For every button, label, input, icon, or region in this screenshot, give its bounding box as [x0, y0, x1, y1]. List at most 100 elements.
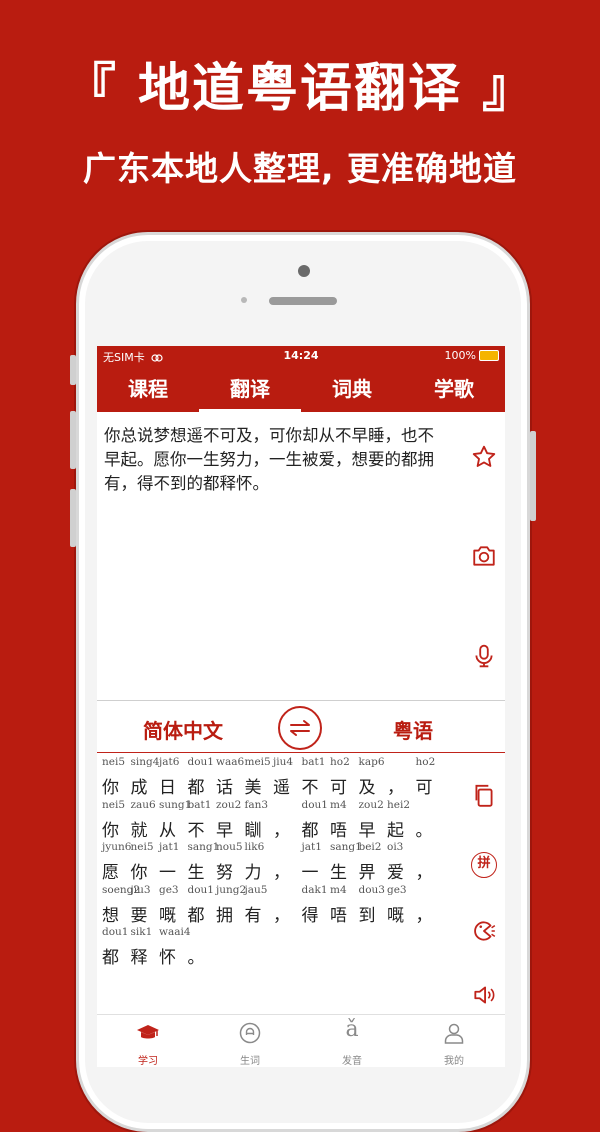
- cantonese-character: 生: [187, 863, 205, 883]
- nav-label-profile: 我的: [444, 1056, 464, 1067]
- jyutping-syllable: jung2: [216, 883, 247, 896]
- star-icon[interactable]: [471, 444, 497, 470]
- translation-result: nei5 你 sing4 成 jat6 日 dou1 都 waa6 话 mei5 美 jiu4 遥 bat1…: [97, 754, 505, 1014]
- jyutping-syllable: jat1: [159, 841, 180, 853]
- jyutping-syllable: jat1: [301, 841, 322, 853]
- cantonese-character: 。: [187, 948, 205, 968]
- bottom-nav: 学习 生词 ǎ 发音 我的: [97, 1014, 505, 1067]
- jyutping-syllable: sung1: [159, 798, 192, 811]
- cantonese-character: 瞓: [244, 820, 262, 841]
- jyutping-syllable: waa6: [216, 756, 245, 768]
- cantonese-character: 就: [130, 820, 148, 841]
- cantonese-character: 一: [159, 863, 176, 883]
- cantonese-character: ，: [273, 820, 290, 841]
- jyutping-syllable: ge3: [159, 883, 179, 896]
- nav-item-words[interactable]: 生词: [199, 1015, 301, 1067]
- jyutping-syllable: nei5: [130, 841, 154, 853]
- jyutping-syllable: jiu4: [273, 756, 294, 768]
- cantonese-character: 唔: [330, 905, 347, 926]
- jyutping-syllable: mei5: [244, 756, 271, 768]
- pinyin-icon[interactable]: 拼: [471, 852, 497, 878]
- cantonese-character: 有: [244, 905, 262, 926]
- tab-courses[interactable]: 课程: [97, 366, 199, 412]
- jyutping-syllable: sing4: [130, 756, 160, 768]
- swap-arrows-icon: [290, 720, 310, 736]
- tab-dictionary[interactable]: 词典: [301, 366, 403, 412]
- cantonese-character: 早: [216, 820, 233, 841]
- cantonese-character: 都: [187, 905, 205, 926]
- nav-label-words: 生词: [240, 1056, 260, 1067]
- graduation-cap-icon: [137, 1025, 159, 1039]
- phone-mute-switch: [70, 355, 76, 385]
- cantonese-character: 努: [216, 863, 233, 883]
- nav-item-pronunciation[interactable]: ǎ 发音: [301, 1015, 403, 1067]
- app-screen: 无SIM卡 14:24 100% 课程 翻译 词典 学歌 你总说梦想遥不可及，可…: [97, 346, 505, 1067]
- jyutping-syllable: nei5: [102, 798, 126, 811]
- cantonese-character: 话: [216, 778, 233, 798]
- source-text-input[interactable]: 你总说梦想遥不可及，可你却从不早睡，也不早起。愿你一生努力，一生被爱，想要的都拥…: [104, 424, 449, 496]
- cantonese-character: 可: [330, 778, 347, 798]
- tab-songs[interactable]: 学歌: [403, 366, 505, 412]
- jyutping-syllable: ho2: [415, 756, 436, 768]
- battery-status: 100%: [445, 349, 499, 362]
- cantonese-character: 爱: [387, 863, 404, 883]
- cantonese-character: 起: [387, 820, 404, 841]
- source-language-button[interactable]: 简体中文: [143, 715, 223, 744]
- jyutping-syllable: kap6: [358, 756, 385, 768]
- jyutping-syllable: dou1: [187, 756, 215, 768]
- speaker-icon[interactable]: [471, 982, 497, 1008]
- pronunciation-icon: ǎ: [345, 1017, 359, 1042]
- microphone-icon[interactable]: [471, 643, 497, 669]
- nav-item-study[interactable]: 学习: [97, 1015, 199, 1067]
- cantonese-character: 成: [130, 778, 148, 798]
- cantonese-character: 拥: [216, 905, 233, 926]
- tab-translate[interactable]: 翻译: [199, 366, 301, 412]
- cantonese-character: 都: [102, 948, 119, 968]
- battery-percent: 100%: [444, 349, 476, 362]
- nav-item-profile[interactable]: 我的: [403, 1015, 505, 1067]
- cantonese-character: ，: [273, 863, 290, 883]
- nav-label-study: 学习: [138, 1056, 158, 1067]
- cantonese-character: 生: [330, 863, 347, 883]
- jyutping-syllable: jiu3: [130, 883, 151, 896]
- cantonese-character: 你: [102, 820, 119, 841]
- jyutping-syllable: lik6: [244, 841, 265, 853]
- status-bar: 无SIM卡 14:24 100%: [97, 346, 505, 366]
- translation-input-area[interactable]: 你总说梦想遥不可及，可你却从不早睡，也不早起。愿你一生努力，一生被爱，想要的都拥…: [97, 412, 505, 701]
- jyutping-syllable: nou5: [216, 841, 243, 853]
- cantonese-character: ，: [415, 863, 433, 883]
- jyutping-syllable: dak1: [301, 883, 328, 896]
- cantonese-character: 得: [301, 905, 319, 926]
- jyutping-syllable: dou1: [187, 883, 215, 896]
- slow-speech-icon[interactable]: [471, 918, 497, 944]
- profile-icon: [444, 1023, 464, 1044]
- result-line: soeng2 想 jiu3 要 ge3 嘅 dou1 都 jung2 拥 jau5 有， dak1 得 m4…: [97, 884, 457, 928]
- jyutping-syllable: m4: [330, 798, 347, 811]
- cantonese-character: ，: [273, 905, 290, 926]
- swap-languages-button[interactable]: [278, 706, 322, 750]
- promo-headline: 『 地道粤语翻译 』: [63, 59, 537, 119]
- jyutping-syllable: bat1: [301, 756, 326, 768]
- jyutping-syllable: bat1: [187, 798, 212, 811]
- jyutping-syllable: zou2: [358, 798, 384, 811]
- jyutping-syllable: dou1: [102, 926, 129, 938]
- cantonese-character: 一: [301, 863, 319, 883]
- jyutping-syllable: sang1: [330, 841, 362, 853]
- jyutping-syllable: jat6: [159, 756, 180, 768]
- target-language-button[interactable]: 粤语: [393, 715, 433, 744]
- cantonese-character: 你: [130, 863, 148, 883]
- jyutping-syllable: fan3: [244, 798, 269, 811]
- word-book-icon: [239, 1022, 261, 1044]
- cantonese-character: 你: [102, 778, 119, 798]
- result-line: nei5 你 sing4 成 jat6 日 dou1 都 waa6 话 mei5 美 jiu4 遥 bat1…: [97, 756, 457, 800]
- jyutping-syllable: sang1: [187, 841, 220, 853]
- copy-icon[interactable]: [471, 782, 497, 808]
- jyutping-syllable: m4: [330, 883, 347, 896]
- cantonese-character: 愿: [102, 863, 119, 883]
- cantonese-character: 及: [358, 778, 376, 798]
- jyutping-syllable: ge3: [387, 883, 407, 896]
- cantonese-character: 想: [102, 905, 119, 926]
- jyutping-syllable: zau6: [130, 798, 156, 811]
- nav-label-pronunciation: 发音: [342, 1056, 362, 1067]
- camera-icon[interactable]: [471, 543, 497, 569]
